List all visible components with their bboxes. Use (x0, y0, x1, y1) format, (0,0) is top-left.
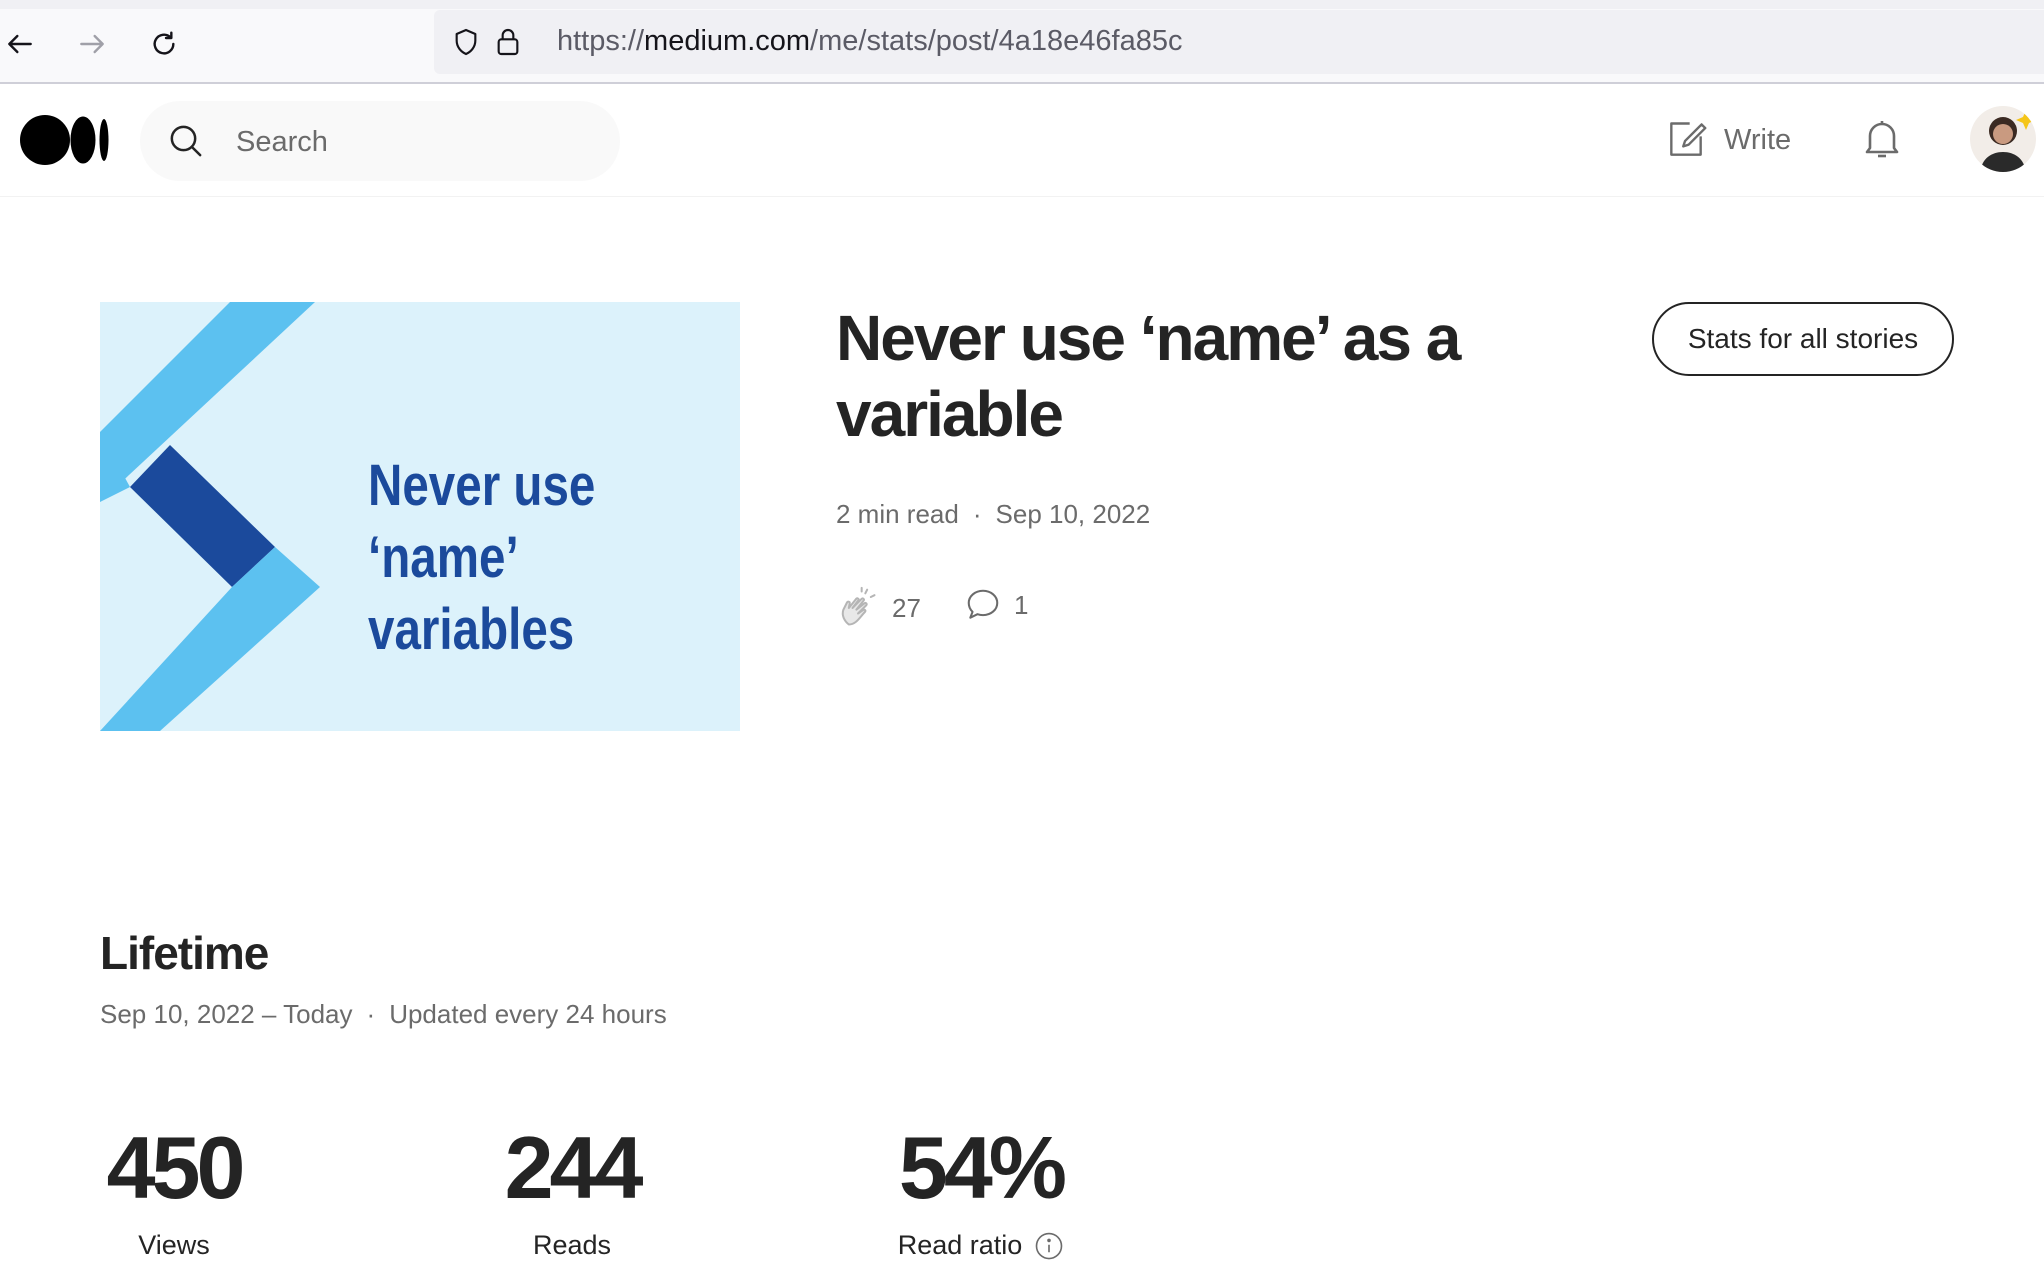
address-bar[interactable]: https://medium.com/me/stats/post/4a18e46… (434, 10, 2044, 74)
thumbnail-line: variables (368, 597, 575, 662)
comment-bubble-icon (967, 589, 999, 619)
thumbnail-line: Never use (368, 453, 596, 518)
lock-icon[interactable] (492, 26, 524, 58)
lifetime-heading: Lifetime (100, 927, 269, 979)
meta-separator: · (972, 499, 982, 529)
write-label: Write (1724, 123, 1792, 156)
info-icon[interactable] (1034, 1231, 1064, 1261)
stat-views: 450 Views (98, 1118, 250, 1261)
stats-for-all-stories-button[interactable]: Stats for all stories (1652, 302, 1954, 376)
reload-icon (153, 31, 175, 55)
responses-number: 1 (1014, 589, 1029, 620)
stat-value: 54% (898, 1118, 1067, 1217)
publish-date: Sep 10, 2022 (995, 499, 1151, 529)
write-pencil-icon (1670, 122, 1707, 156)
avatar-image (1970, 106, 2036, 172)
stat-value: 450 (106, 1118, 246, 1217)
claps-number: 27 (892, 592, 921, 623)
url-scheme: https:// (557, 25, 645, 57)
lifetime-range: Sep 10, 2022 – Today (100, 999, 353, 1029)
read-time: 2 min read (836, 499, 959, 529)
story-thumbnail[interactable]: Never use ‘name’ variables (100, 302, 740, 731)
reload-button[interactable] (146, 26, 182, 62)
story-title[interactable]: Never use ‘name’ as a variable (836, 300, 1516, 452)
clap-hands-icon (841, 586, 876, 626)
medium-logo-icon[interactable] (20, 114, 110, 166)
subtitle-separator: · (366, 999, 376, 1029)
site-header: Write (0, 84, 2044, 197)
stat-label-wrap: Read ratio (898, 1230, 1065, 1261)
stat-label: Reads (532, 1230, 612, 1260)
update-note: Updated every 24 hours (389, 999, 667, 1029)
forward-button[interactable] (74, 26, 110, 62)
thumbnail-caption: Never use ‘name’ variables (368, 450, 595, 666)
back-button[interactable] (2, 26, 38, 62)
write-button[interactable]: Write (1664, 114, 1791, 166)
user-avatar[interactable] (1970, 106, 2036, 172)
stat-label: Views (138, 1230, 210, 1260)
browser-toolbar: https://medium.com/me/stats/post/4a18e46… (0, 0, 2044, 84)
url-domain: medium.com (644, 25, 811, 57)
url-text[interactable]: https://medium.com/me/stats/post/4a18e46… (557, 25, 1182, 58)
forward-arrow-icon (80, 34, 104, 54)
search-icon (170, 125, 202, 157)
stat-reads: 244 Reads (498, 1118, 646, 1261)
lifetime-subtitle: Sep 10, 2022 – Today · Updated every 24 ho… (100, 999, 667, 1030)
search-input[interactable] (234, 119, 598, 165)
back-arrow-icon (8, 34, 32, 54)
search-box[interactable] (140, 101, 620, 181)
stat-value: 244 (504, 1118, 644, 1217)
notifications-bell-icon[interactable] (1858, 114, 1906, 162)
claps-count[interactable]: 27 (836, 586, 921, 630)
tracking-shield-icon[interactable] (450, 26, 482, 58)
tab-strip-edge (0, 0, 2044, 9)
stat-read-ratio: 54% Read ratio (896, 1118, 1067, 1261)
stat-label: Read ratio (897, 1230, 1023, 1260)
url-path: /me/stats/post/4a18e46fa85c (810, 25, 1183, 57)
responses-count[interactable]: 1 (964, 586, 1028, 624)
story-meta: 2 min read · Sep 10, 2022 (836, 499, 1150, 530)
thumbnail-line: ‘name’ (368, 525, 519, 590)
